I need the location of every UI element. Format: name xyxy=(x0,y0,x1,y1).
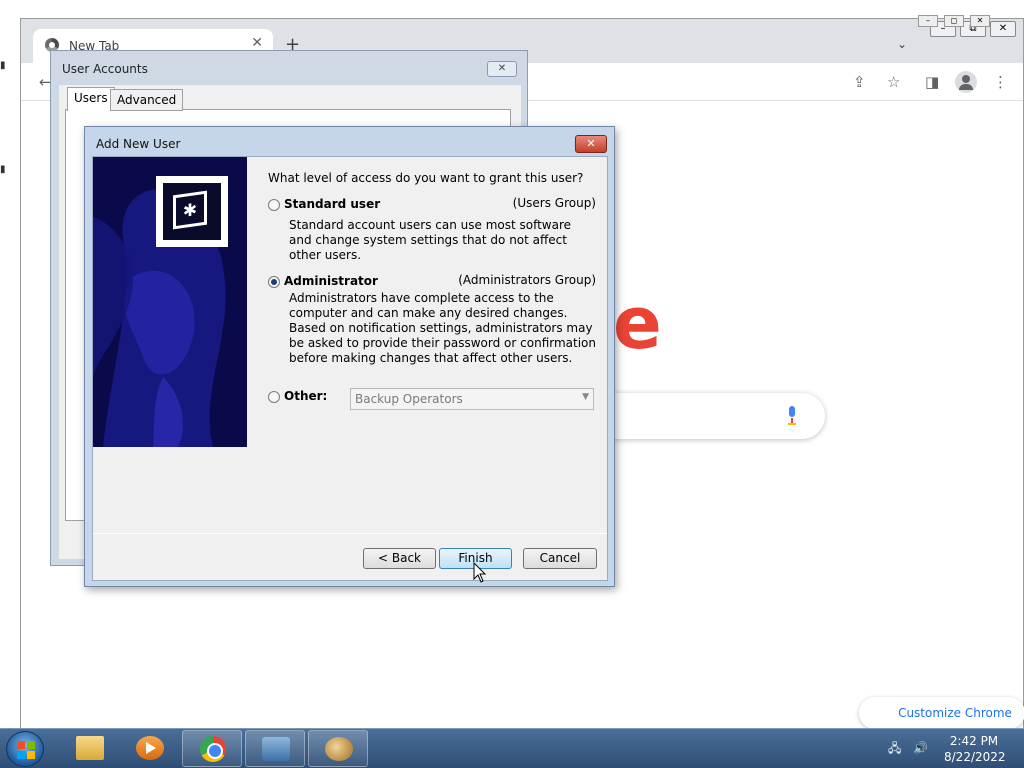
bg-minimize-button[interactable]: – xyxy=(918,15,938,27)
access-level-question: What level of access do you want to gran… xyxy=(268,171,584,185)
taskbar-clock[interactable]: 2:42 PM 8/22/2022 xyxy=(944,733,1006,765)
standard-user-description: Standard account users can use most soft… xyxy=(289,218,572,262)
users-app-icon xyxy=(325,737,353,761)
wizard-banner-image: ✱ xyxy=(93,157,247,447)
share-icon[interactable]: ⇪ xyxy=(853,73,866,91)
microphone-icon[interactable] xyxy=(787,406,797,426)
tab-users[interactable]: Users xyxy=(67,87,115,111)
taskbar-media-player[interactable] xyxy=(120,730,180,767)
user-accounts-close-button[interactable]: ✕ xyxy=(487,61,517,77)
standard-user-group: (Users Group) xyxy=(512,196,596,210)
dropdown-arrow-icon: ▼ xyxy=(582,392,589,402)
bg-maximize-button[interactable]: ◻ xyxy=(944,15,964,27)
start-button[interactable] xyxy=(6,731,44,767)
administrator-description: Administrators have complete access to t… xyxy=(289,291,597,365)
google-logo-fragment: e xyxy=(613,281,662,365)
administrator-group: (Administrators Group) xyxy=(458,273,596,287)
bg-close-button[interactable]: ✕ xyxy=(970,15,990,27)
standard-user-radio[interactable] xyxy=(268,199,280,211)
clock-date: 8/22/2022 xyxy=(944,750,1006,764)
tab-search-chevron-icon[interactable]: ⌄ xyxy=(897,37,907,51)
system-tray: 🖧 🔊 xyxy=(888,739,928,760)
side-panel-icon[interactable]: ◨ xyxy=(925,73,939,91)
add-new-user-dialog: Add New User ✕ ✱ What level of access do… xyxy=(84,126,615,587)
chrome-icon xyxy=(200,736,226,762)
cancel-button[interactable]: Cancel xyxy=(523,548,597,569)
network-tray-icon[interactable]: 🖧 xyxy=(888,741,901,755)
taskbar-chrome[interactable] xyxy=(182,730,242,767)
network-app-icon xyxy=(262,737,290,761)
back-button[interactable]: < Back xyxy=(363,548,436,569)
taskbar-network-app[interactable] xyxy=(245,730,305,767)
clock-time: 2:42 PM xyxy=(949,734,999,748)
tab-advanced[interactable]: Advanced xyxy=(110,89,184,111)
google-search-box[interactable] xyxy=(601,393,825,439)
media-player-icon xyxy=(136,736,164,760)
user-accounts-title: User Accounts xyxy=(62,62,148,76)
tab-close-icon[interactable]: ✕ xyxy=(251,35,263,51)
volume-tray-icon[interactable]: 🔊 xyxy=(913,741,928,755)
button-separator xyxy=(93,533,607,534)
administrator-radio[interactable] xyxy=(268,276,280,288)
standard-user-label[interactable]: Standard user xyxy=(284,197,380,211)
security-key-icon: ✱ xyxy=(156,176,228,247)
taskbar-user-accounts[interactable] xyxy=(308,730,368,767)
dialog-close-button[interactable]: ✕ xyxy=(575,135,607,153)
desktop-edge-icon: ▮ xyxy=(0,60,6,71)
other-group-select[interactable]: Backup Operators ▼ xyxy=(350,388,594,410)
background-window-controls: – ◻ ✕ xyxy=(916,12,1012,27)
windows-logo-icon xyxy=(17,741,35,759)
other-radio[interactable] xyxy=(268,391,280,403)
chrome-menu-icon[interactable]: ⋮ xyxy=(993,73,1008,91)
dialog-title: Add New User xyxy=(96,137,181,151)
bookmark-star-icon[interactable]: ☆ xyxy=(887,73,900,91)
desktop-edge-icon: ▮ xyxy=(0,164,6,175)
dialog-content: ✱ What level of access do you want to gr… xyxy=(92,156,608,581)
administrator-label[interactable]: Administrator xyxy=(284,274,378,288)
profile-avatar-icon[interactable] xyxy=(955,71,977,93)
mouse-cursor-icon xyxy=(473,562,487,583)
taskbar: 🖧 🔊 2:42 PM 8/22/2022 xyxy=(0,728,1024,768)
taskbar-explorer[interactable] xyxy=(60,730,120,767)
folder-icon xyxy=(76,736,104,760)
other-label[interactable]: Other: xyxy=(284,389,327,403)
customize-chrome-button[interactable]: Customize Chrome xyxy=(859,697,1024,729)
other-group-value: Backup Operators xyxy=(355,392,463,406)
